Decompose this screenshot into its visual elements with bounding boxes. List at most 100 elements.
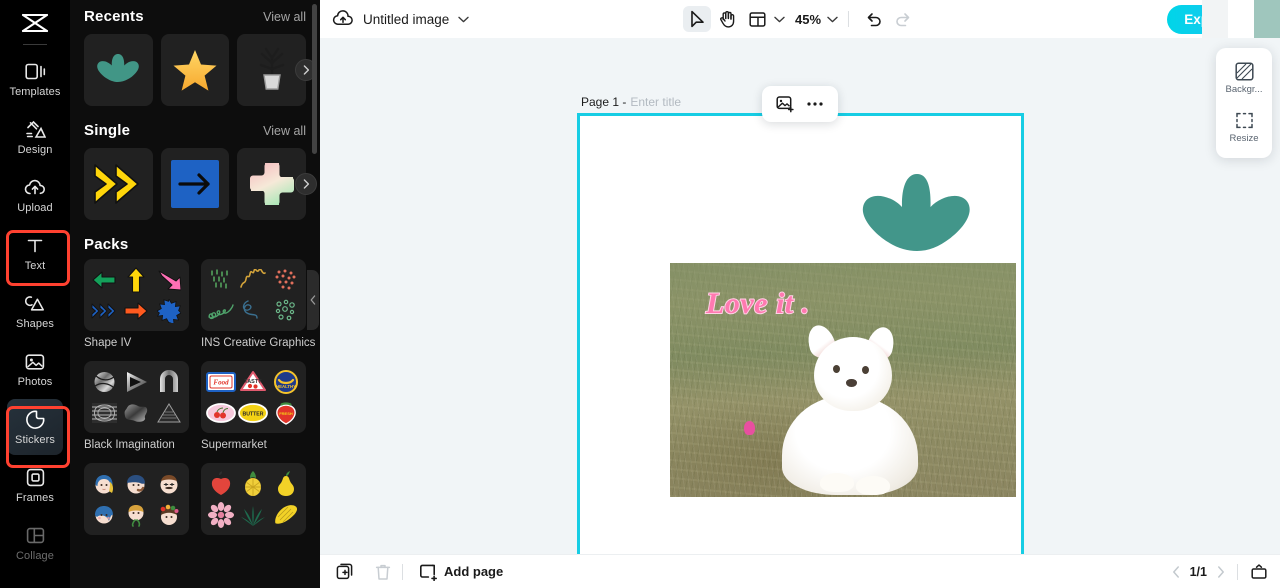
blue-squiggle-icon [243,299,259,319]
resize-button[interactable]: Resize [1218,105,1270,150]
yellow-up-arrow-icon [127,266,146,293]
sidebar-item-frames[interactable]: Frames [7,457,63,513]
image-float-toolbar [762,86,838,122]
chevron-down-icon[interactable] [827,16,838,23]
yellow-double-chevron-sticker[interactable] [84,148,153,220]
pack-characters[interactable] [84,463,189,541]
add-page-button[interactable]: Add page [419,563,503,581]
undo-icon [867,13,881,27]
svg-text:FRESH: FRESH [279,411,293,416]
sidebar-item-label: Shapes [16,317,54,330]
document-title[interactable]: Untitled image [363,12,449,27]
pack-thumbnail [201,259,306,331]
red-dots-cluster-icon [275,269,296,289]
stickers-icon [24,409,46,431]
section-title: Packs [84,236,129,253]
panel-scrollbar[interactable] [312,4,317,154]
sidebar-item-shapes[interactable]: Shapes [7,283,63,339]
sidebar-item-design[interactable]: Design [7,109,63,165]
pack-shape-iv[interactable]: Shape IV [84,259,189,349]
prev-page-button[interactable] [1172,565,1180,578]
sidebar-item-label: Photos [17,375,53,388]
collage-icon [24,525,46,547]
teal-leaf-element[interactable] [850,171,985,266]
add-page-icon [419,563,437,581]
blue-arrow-square-sticker[interactable] [160,148,230,220]
pack-fruits-plants[interactable] [201,463,306,541]
svg-text:HEALTHY: HEALTHY [276,384,296,389]
zoom-level[interactable]: 45% [795,12,821,27]
replace-image-button[interactable] [772,91,798,117]
chevron-down-icon[interactable] [458,16,469,23]
sidebar-item-label: Design [17,143,53,156]
metallic-arch-icon [159,369,178,392]
view-all-link[interactable]: View all [263,10,306,24]
pack-ins-creative-graphics[interactable]: INS Creative Graphics [201,259,315,349]
butter-badge-sticker-icon: BUTTER [238,402,269,423]
canvas-area[interactable]: Page 1 - Enter title Love it . [320,38,1280,554]
metallic-blob-icon [125,403,148,422]
yellow-star-sticker[interactable] [160,34,230,106]
design-icon [24,119,46,141]
green-grass-plant-icon [241,505,266,526]
dog-head [814,337,892,411]
pack-supermarket[interactable]: Food TASTY HEALTHY BUTTER FRESH Supermar… [201,361,306,451]
duplicate-page-button[interactable] [332,560,358,584]
sidebar-item-stickers[interactable]: Stickers [7,399,63,455]
section-title: Recents [84,8,144,25]
capcut-logo-icon[interactable] [15,6,55,40]
redo-button[interactable] [889,6,917,32]
topbar-left-group: Untitled image [332,10,469,28]
pearl-earring-girl-icon [95,474,114,493]
swatch-teal [1254,0,1280,38]
panel-collapse-handle[interactable] [307,270,319,330]
page-title-row: Page 1 - Enter title [581,95,681,109]
sidebar-item-upload[interactable]: Upload [7,167,63,223]
green-left-arrow-icon [92,270,116,289]
hand-tool[interactable] [713,6,741,32]
love-it-text-element[interactable]: Love it . [705,286,810,321]
background-button[interactable]: Backgr... [1218,56,1270,101]
pack-label: Black Imagination [84,439,175,451]
sidebar-item-label: Collage [15,549,54,562]
dog-photo-element[interactable]: Love it . [670,263,1016,497]
sidebar-item-photos[interactable]: Photos [7,341,63,397]
gold-zigzag-icon [240,268,267,288]
hand-icon [719,11,734,28]
chevron-down-icon[interactable] [774,16,785,23]
pear-icon [277,470,294,496]
delete-page-button[interactable] [370,560,396,584]
background-icon [1234,62,1254,81]
view-all-link[interactable]: View all [263,124,306,138]
single-next-arrow[interactable] [295,173,317,195]
teal-leaf-sticker[interactable] [84,34,153,106]
svg-text:BUTTER: BUTTER [243,411,264,417]
next-page-button[interactable] [1217,565,1225,578]
undo-button[interactable] [859,6,887,32]
pack-thumbnail [84,463,189,535]
pack-label: Shape IV [84,337,132,349]
green-spiral-line-icon [208,303,234,319]
blue-starburst-icon [156,298,181,323]
sidebar-item-templates[interactable]: Templates [7,51,63,107]
more-options-button[interactable] [802,91,828,117]
pack-black-imagination[interactable]: Black Imagination [84,361,189,451]
swatch-white [1228,0,1254,38]
sidebar-item-text[interactable]: Text [7,225,63,281]
boy-with-plant-icon [128,504,144,527]
main-area: Untitled image 45% Page 1 - Enter title … [320,0,1280,588]
layout-tool[interactable] [743,6,771,32]
bottom-divider [402,563,403,580]
sidebar-item-label: Stickers [15,433,55,446]
cloud-sync-icon[interactable] [332,10,354,28]
page-title-input[interactable]: Enter title [630,95,681,109]
sidebar-item-collage[interactable]: Collage [7,515,63,571]
pink-accent-element[interactable] [744,421,755,435]
recents-section-header: Recents View all [84,0,306,25]
striped-triangle-icon [156,402,181,422]
chevron-right-icon [1218,565,1224,578]
top-toolbar: Untitled image 45% [320,0,1280,38]
select-tool[interactable] [682,6,711,32]
page-canvas[interactable]: Love it . [577,113,1024,554]
pages-panel-icon[interactable] [1250,563,1268,580]
